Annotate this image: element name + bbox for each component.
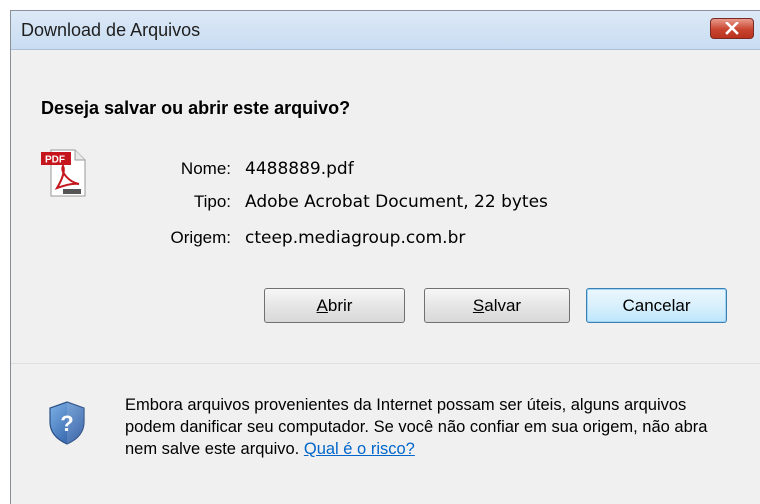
save-label-rest: alvar (484, 295, 522, 315)
title-bar[interactable]: Download de Arquivos (11, 11, 760, 50)
type-value: Adobe Acrobat Document, 22 bytes (245, 192, 548, 212)
warning-text: Embora arquivos provenientes da Internet… (125, 396, 708, 458)
download-dialog: Download de Arquivos Deseja salvar ou ab… (10, 10, 760, 504)
dialog-body: Deseja salvar ou abrir este arquivo? PDF… (11, 50, 760, 360)
cancel-button[interactable]: Cancelar (586, 288, 727, 323)
open-button[interactable]: Abrir (264, 288, 405, 323)
close-button[interactable] (710, 18, 754, 39)
risk-link[interactable]: Qual é o risco? (304, 440, 415, 458)
name-label: Nome: (180, 159, 231, 178)
svg-text:?: ? (60, 411, 73, 436)
open-label-rest: brir (327, 295, 353, 315)
close-icon (725, 22, 739, 35)
open-accelerator: A (316, 295, 328, 315)
type-label: Tipo: (193, 192, 231, 211)
dialog-question: Deseja salvar ou abrir este arquivo? (41, 98, 351, 118)
save-button[interactable]: Salvar (424, 288, 570, 323)
save-accelerator: S (472, 295, 485, 315)
origin-label: Origem: (170, 228, 231, 247)
security-warning: Embora arquivos provenientes da Internet… (125, 394, 725, 460)
name-value: 4488889.pdf (245, 159, 354, 179)
cancel-label: Cancelar (622, 295, 691, 315)
window-title: Download de Arquivos (21, 20, 201, 40)
security-shield-icon: ? (49, 401, 85, 445)
origin-value: cteep.mediagroup.com.br (245, 228, 466, 248)
security-footer: ? Embora arquivos provenientes da Intern… (11, 364, 760, 504)
